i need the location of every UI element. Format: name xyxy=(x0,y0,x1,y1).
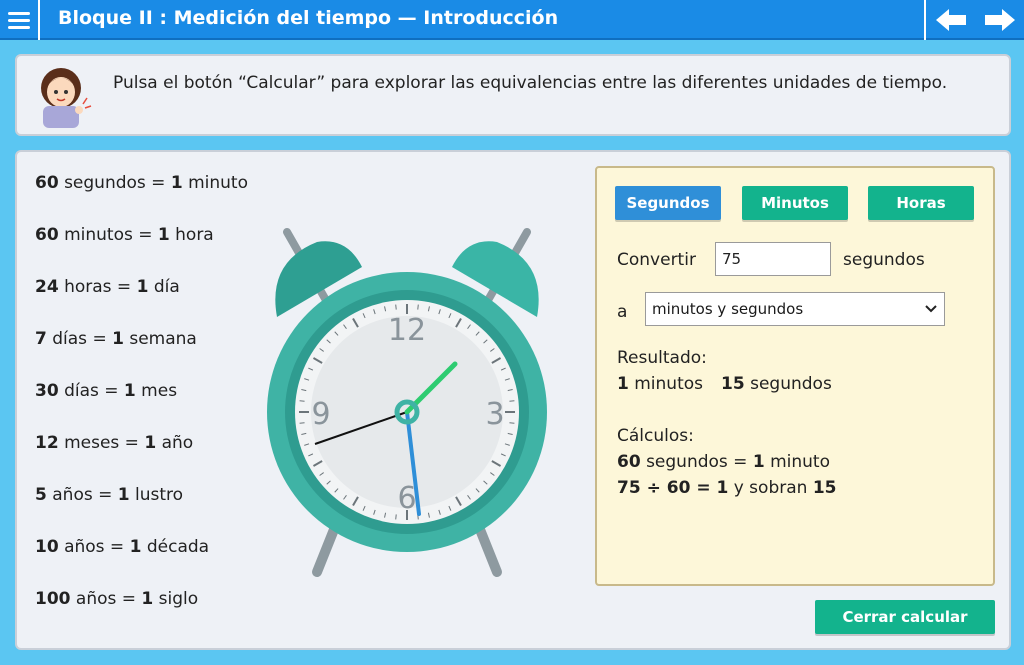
target-unit-select[interactable]: minutos y segundos xyxy=(645,292,945,326)
clock-tick xyxy=(299,400,305,402)
alarm-clock-illustration: 12 3 6 9 xyxy=(267,228,547,577)
equivalence-item: 100 años = 1 siglo xyxy=(35,589,199,609)
clock-tick xyxy=(299,422,305,424)
clock-tick xyxy=(395,304,397,310)
value-input[interactable] xyxy=(715,242,831,276)
result-title: Resultado: xyxy=(617,348,707,368)
equivalence-item: 7 días = 1 semana xyxy=(35,329,197,349)
main-panel: 60 segundos = 1 minuto 60 minutos = 1 hor… xyxy=(15,150,1011,650)
equivalence-item: 5 años = 1 lustro xyxy=(35,485,184,505)
instruction-panel: Pulsa el botón “Calcular” para explorar … xyxy=(15,54,1011,136)
unit-label: segundos xyxy=(843,250,925,270)
close-calculator-button[interactable]: Cerrar calcular xyxy=(815,600,995,634)
equivalence-item: 30 días = 1 mes xyxy=(35,381,178,401)
top-bar: Bloque II : Medición del tiempo — Introd… xyxy=(0,0,1024,40)
clock-tick xyxy=(417,304,419,310)
equivalence-item: 60 minutos = 1 hora xyxy=(35,225,214,245)
select-value: minutos y segundos xyxy=(652,300,804,318)
tab-seconds[interactable]: Segundos xyxy=(615,186,721,220)
calculation-line: 75 ÷ 60 = 1 y sobran 15 xyxy=(617,478,837,498)
equivalence-item: 10 años = 1 década xyxy=(35,537,210,557)
clock-number-3: 3 xyxy=(485,397,504,432)
result-value: 1 minutos 15 segundos xyxy=(617,374,832,394)
arrow-left-icon[interactable] xyxy=(934,7,968,33)
instruction-text: Pulsa el botón “Calcular” para explorar … xyxy=(113,73,948,93)
calculation-line: 60 segundos = 1 minuto xyxy=(617,452,830,472)
calculator-panel: Segundos Minutos Horas Convertir segundo… xyxy=(595,166,995,586)
clock-number-9: 9 xyxy=(311,397,330,432)
clock-tick xyxy=(395,514,397,520)
nav-arrows xyxy=(924,0,1024,40)
equivalence-item: 60 segundos = 1 minuto xyxy=(35,173,248,193)
calculations-title: Cálculos: xyxy=(617,426,694,446)
convert-label: Convertir xyxy=(617,250,696,270)
clock-tick xyxy=(509,400,515,402)
tab-hours[interactable]: Horas xyxy=(868,186,974,220)
page-title: Bloque II : Medición del tiempo — Introd… xyxy=(58,7,559,29)
equivalence-item: 12 meses = 1 año xyxy=(35,433,194,453)
tab-minutes[interactable]: Minutos xyxy=(742,186,848,220)
menu-icon[interactable] xyxy=(0,0,40,40)
teacher-avatar-icon xyxy=(41,68,92,128)
clock-number-12: 12 xyxy=(388,313,426,348)
chevron-down-icon xyxy=(925,305,937,313)
clock-tick xyxy=(509,422,515,424)
arrow-right-icon[interactable] xyxy=(983,7,1017,33)
equivalence-item: 24 horas = 1 día xyxy=(35,277,180,297)
to-label: a xyxy=(617,302,628,322)
equivalence-list: 60 segundos = 1 minuto 60 minutos = 1 hor… xyxy=(35,172,248,640)
clock-number-6: 6 xyxy=(397,481,416,516)
